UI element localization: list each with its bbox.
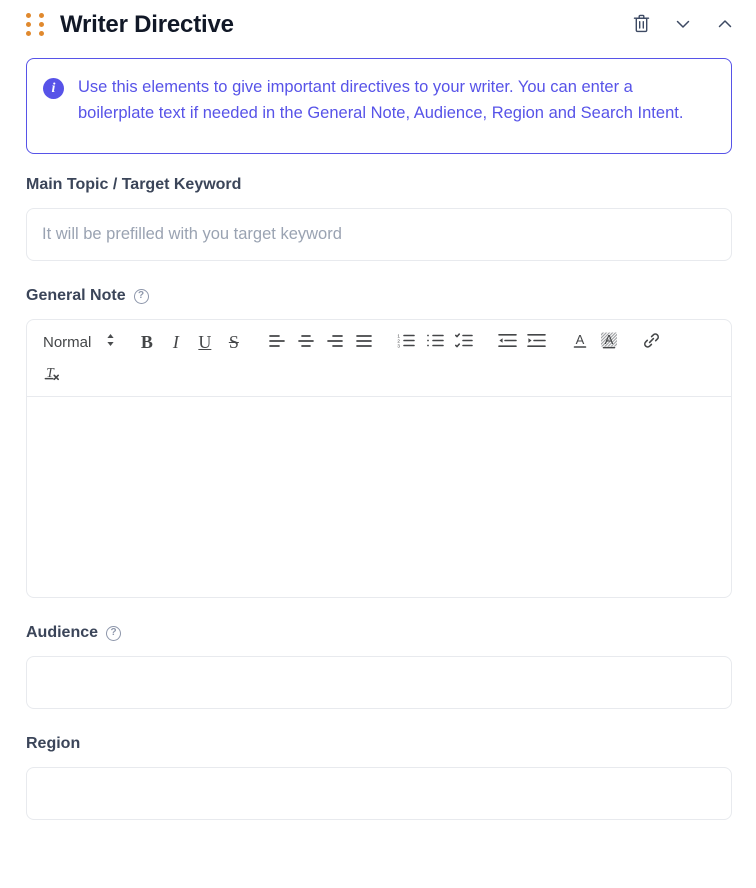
link-group <box>637 328 666 357</box>
rich-text-editor: Normal B I U S 1 2 3 A A T <box>26 319 732 598</box>
clear-format-group: T <box>37 361 66 390</box>
svg-text:A: A <box>605 332 614 347</box>
align-right-button[interactable] <box>320 328 349 357</box>
align-right-icon <box>326 333 344 353</box>
alignment-group <box>262 328 378 357</box>
indent-icon <box>527 333 547 353</box>
clear-formatting-icon: T <box>42 364 62 388</box>
highlight-color-button[interactable]: A <box>594 328 623 357</box>
question-circle-icon[interactable]: ? <box>133 288 149 304</box>
ordered-list-icon: 1 2 3 <box>397 333 416 353</box>
bullet-list-icon <box>426 333 445 353</box>
format-select-value: Normal <box>43 334 92 351</box>
indent-group <box>493 328 551 357</box>
main-topic-label: Main Topic / Target Keyword <box>26 176 242 193</box>
bold-icon: B <box>140 332 153 352</box>
collapse-up-button[interactable] <box>708 8 742 42</box>
info-banner: i Use this elements to give important di… <box>26 58 732 154</box>
chevron-down-icon <box>673 14 693 37</box>
list-group: 1 2 3 <box>392 328 479 357</box>
clear-format-button[interactable]: T <box>37 361 66 390</box>
align-center-icon <box>297 333 315 353</box>
audience-input[interactable] <box>26 656 732 709</box>
underline-icon: U <box>198 332 212 352</box>
align-left-button[interactable] <box>262 328 291 357</box>
italic-icon: I <box>172 332 179 352</box>
chevron-updown-icon <box>105 332 116 353</box>
svg-text:A: A <box>576 332 585 347</box>
align-justify-button[interactable] <box>349 328 378 357</box>
editor-toolbar: Normal B I U S 1 2 3 A A T <box>27 320 731 397</box>
ordered-list-button[interactable]: 1 2 3 <box>392 328 421 357</box>
align-center-button[interactable] <box>291 328 320 357</box>
bullet-list-button[interactable] <box>421 328 450 357</box>
region-label: Region <box>26 735 81 752</box>
checklist-icon <box>455 332 474 353</box>
strikethrough-icon: S <box>228 332 239 352</box>
text-style-group: B I U S <box>132 328 248 357</box>
writer-directive-panel: Writer Directive i Use this elements to … <box>0 0 756 888</box>
outdent-button[interactable] <box>493 328 522 357</box>
audience-field: Audience ? <box>0 624 756 709</box>
header-actions <box>624 8 742 42</box>
trash-icon <box>632 13 651 37</box>
page-title: Writer Directive <box>60 11 234 38</box>
question-circle-icon[interactable]: ? <box>106 625 122 641</box>
svg-text:T: T <box>46 365 55 380</box>
align-left-icon <box>268 333 286 353</box>
align-justify-icon <box>355 333 373 353</box>
general-note-label: General Note <box>26 287 126 304</box>
general-note-field: General Note ? Normal B I U S 1 2 3 A A … <box>0 287 756 598</box>
italic-button[interactable]: I <box>161 328 190 357</box>
highlight-color-icon: A <box>600 332 618 354</box>
panel-header: Writer Directive <box>0 0 756 50</box>
general-note-editor-body[interactable] <box>27 397 731 597</box>
drag-dots-icon[interactable] <box>26 13 46 37</box>
link-icon <box>642 331 661 355</box>
text-color-button[interactable]: A <box>565 328 594 357</box>
audience-label-row: Audience ? <box>26 624 732 642</box>
delete-button[interactable] <box>624 8 658 42</box>
chevron-up-icon <box>715 14 735 37</box>
outdent-icon <box>498 333 518 353</box>
region-label-row: Region <box>26 735 732 753</box>
general-note-label-row: General Note ? <box>26 287 732 305</box>
text-color-icon: A <box>571 332 589 354</box>
region-input[interactable] <box>26 767 732 820</box>
region-field: Region <box>0 735 756 820</box>
collapse-down-button[interactable] <box>666 8 700 42</box>
link-button[interactable] <box>637 328 666 357</box>
underline-button[interactable]: U <box>190 328 219 357</box>
audience-label: Audience <box>26 624 99 641</box>
bold-button[interactable]: B <box>132 328 161 357</box>
svg-text:3: 3 <box>398 343 401 348</box>
indent-button[interactable] <box>522 328 551 357</box>
info-banner-text: Use this elements to give important dire… <box>78 78 684 122</box>
info-icon: i <box>43 78 64 99</box>
color-group: A A <box>565 328 623 357</box>
main-topic-label-row: Main Topic / Target Keyword <box>26 176 732 194</box>
strikethrough-button[interactable]: S <box>219 328 248 357</box>
format-select[interactable]: Normal <box>37 328 120 357</box>
main-topic-field: Main Topic / Target Keyword <box>0 176 756 261</box>
checklist-button[interactable] <box>450 328 479 357</box>
main-topic-input[interactable] <box>26 208 732 261</box>
